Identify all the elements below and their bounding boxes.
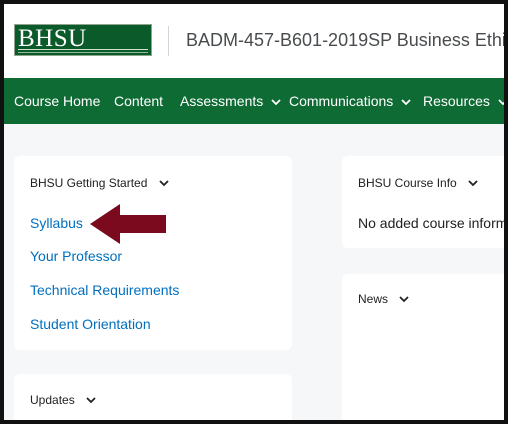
widget-updates-title[interactable]: Updates [30, 393, 96, 407]
widget-getting-started-title[interactable]: BHSU Getting Started [30, 176, 169, 190]
nav-assessments-label: Assessments [180, 93, 264, 109]
chevron-down-icon [401, 99, 411, 106]
nav-resources-label: Resources [423, 93, 490, 109]
nav-content[interactable]: Content [114, 93, 163, 109]
link-your-professor[interactable]: Your Professor [30, 248, 122, 264]
nav-course-home[interactable]: Course Home [14, 93, 100, 109]
widget-title-label: Updates [30, 393, 75, 407]
chevron-down-icon [498, 99, 504, 106]
widget-title-label: BHSU Course Info [358, 176, 457, 190]
course-title[interactable]: BADM-457-B601-2019SP Business Ethics [186, 30, 504, 51]
widget-course-info: BHSU Course Info No added course informa… [342, 156, 508, 248]
widget-title-label: News [358, 292, 389, 306]
link-technical-requirements[interactable]: Technical Requirements [30, 282, 179, 298]
widget-news-title[interactable]: News [358, 292, 409, 306]
chevron-down-icon [271, 99, 281, 106]
widget-news: News [342, 274, 504, 420]
nav-assessments[interactable]: Assessments [180, 93, 281, 109]
top-header: BHSU BADM-457-B601-2019SP Business Ethic… [4, 4, 504, 78]
chevron-down-icon[interactable] [399, 296, 409, 303]
widget-title-label: BHSU Getting Started [30, 176, 148, 190]
course-navbar: Course Home Content Assessments Communic… [4, 78, 504, 124]
logo-underline [18, 49, 148, 50]
widget-getting-started: BHSU Getting Started Syllabus Your Profe… [14, 156, 292, 350]
link-student-orientation[interactable]: Student Orientation [30, 316, 151, 332]
widget-course-info-title[interactable]: BHSU Course Info [358, 176, 478, 190]
widget-updates: Updates [14, 374, 292, 420]
chevron-down-icon[interactable] [159, 180, 169, 187]
nav-resources[interactable]: Resources [423, 93, 504, 109]
course-info-body: No added course information [358, 215, 508, 231]
chevron-down-icon[interactable] [468, 180, 478, 187]
chevron-down-icon[interactable] [86, 397, 96, 404]
logo-underline-secondary [18, 52, 148, 53]
browser-frame: BHSU BADM-457-B601-2019SP Business Ethic… [0, 0, 508, 424]
link-syllabus[interactable]: Syllabus [30, 215, 83, 231]
nav-communications-label: Communications [289, 93, 394, 109]
bhsu-logo[interactable]: BHSU [14, 24, 152, 56]
left-arrow-icon [90, 204, 166, 244]
header-divider [168, 26, 169, 56]
nav-communications[interactable]: Communications [289, 93, 411, 109]
